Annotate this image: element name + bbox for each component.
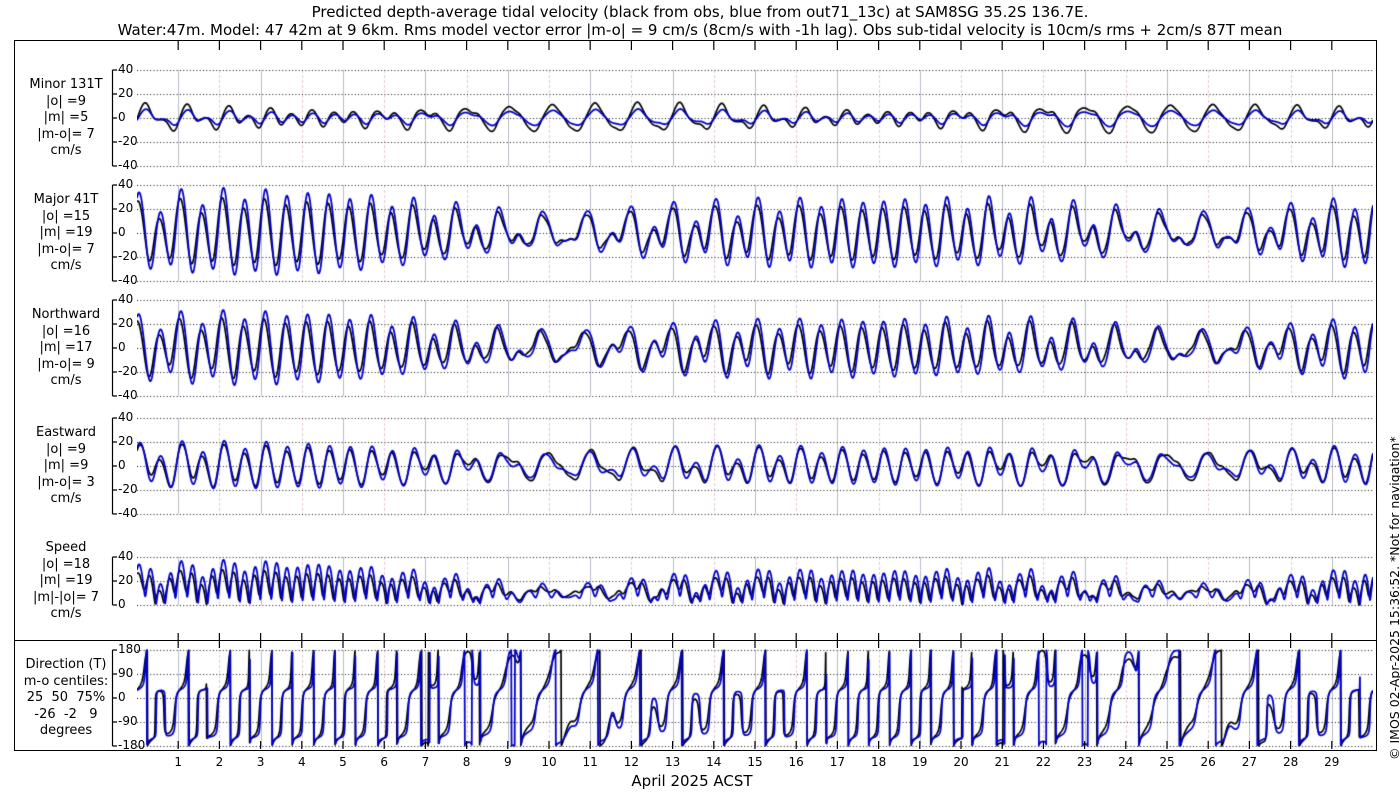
x-tick-label: 29: [1324, 755, 1340, 769]
x-tick-label: 27: [1241, 755, 1258, 769]
x-tick-label: 4: [297, 755, 306, 769]
x-tick-label: 25: [1159, 755, 1175, 769]
x-tick-label: 15: [747, 755, 763, 769]
x-tick-label: 3: [256, 755, 265, 769]
x-tick-label: 20: [953, 755, 969, 769]
x-tick-label: 19: [912, 755, 928, 769]
x-tick-label: 12: [623, 755, 640, 769]
x-tick-label: 17: [829, 755, 846, 769]
x-tick-label: 21: [994, 755, 1010, 769]
x-tick-label: 2: [215, 755, 224, 769]
x-tick-label: 11: [582, 755, 598, 769]
x-tick-label: 8: [462, 755, 471, 769]
x-tick-label: 22: [1035, 755, 1052, 769]
x-tick-label: 9: [503, 755, 512, 769]
x-tick-label: 24: [1118, 755, 1134, 769]
x-tick-label: 7: [421, 755, 430, 769]
x-tick-label: 23: [1076, 755, 1093, 769]
x-tick-label: 6: [380, 755, 389, 769]
x-tick-label: 13: [664, 755, 681, 769]
credit-note: © IMOS 02-Apr-2025 15:36:52. *Not for na…: [1387, 436, 1400, 760]
x-tick-label: 28: [1282, 755, 1299, 769]
x-tick-label: 18: [870, 755, 887, 769]
day-tick-marks: [177, 41, 1333, 749]
tidal-velocity-figure: Predicted depth-average tidal velocity (…: [0, 0, 1400, 800]
x-axis-title: April 2025 ACST: [631, 772, 753, 790]
x-tick-label: 1: [174, 755, 183, 769]
x-tick-label: 26: [1200, 755, 1216, 769]
x-tick-label: 16: [788, 755, 804, 769]
x-tick-label: 14: [706, 755, 722, 769]
x-tick-label: 10: [541, 755, 557, 769]
x-tick-label: 5: [339, 755, 347, 769]
